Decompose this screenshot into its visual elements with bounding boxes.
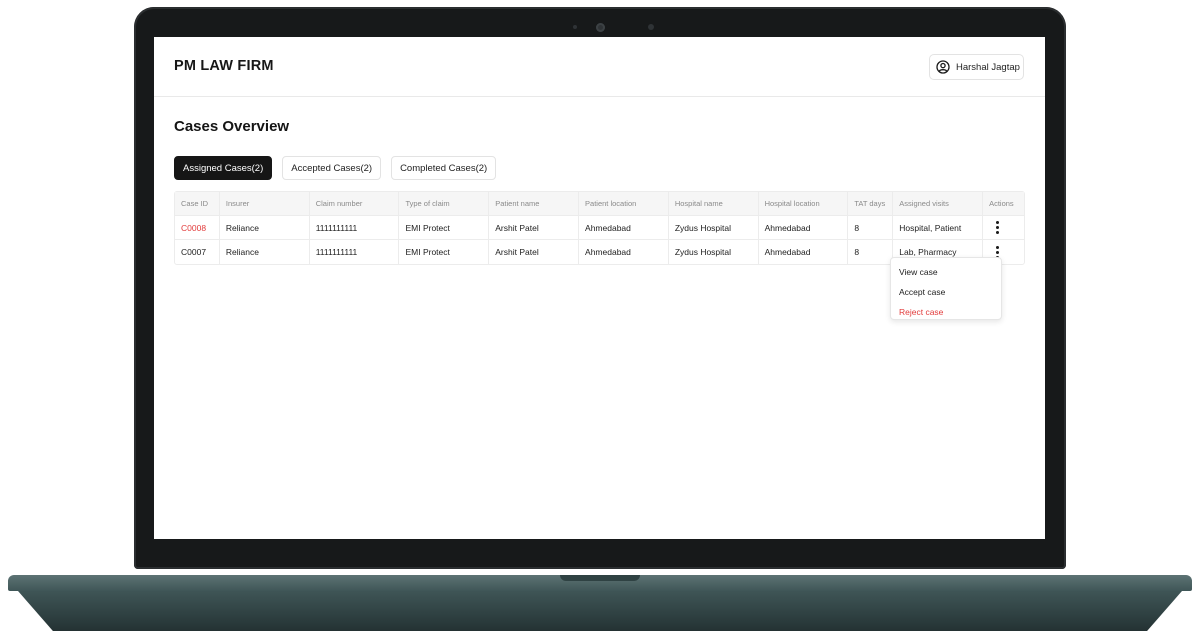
table-cell: 8 bbox=[848, 216, 894, 239]
table-row: C0008 Reliance 1111111111 EMI Protect Ar… bbox=[175, 216, 1024, 240]
column-header: Patient location bbox=[579, 192, 669, 215]
laptop-base bbox=[8, 575, 1192, 635]
table-cell: Arshit Patel bbox=[489, 216, 580, 239]
case-id-link[interactable]: C0007 bbox=[175, 240, 220, 264]
tab-completed-cases[interactable]: Completed Cases(2) bbox=[391, 156, 497, 180]
table-cell: Zydus Hospital bbox=[669, 240, 759, 264]
table-cell: EMI Protect bbox=[399, 240, 490, 264]
screen: PM LAW FIRM Harshal Jagtap Cases Overvie… bbox=[154, 37, 1045, 539]
table-cell: Hospital, Patient bbox=[893, 216, 984, 239]
column-header: Patient name bbox=[489, 192, 580, 215]
table-cell: Zydus Hospital bbox=[669, 216, 759, 239]
table-cell: Ahmedabad bbox=[579, 216, 669, 239]
laptop-base-bottom bbox=[18, 591, 1182, 631]
case-id-link[interactable]: C0008 bbox=[175, 216, 220, 239]
table-cell: Ahmedabad bbox=[759, 240, 849, 264]
laptop-hinge-notch bbox=[560, 575, 640, 581]
case-tabs: Assigned Cases(2) Accepted Cases(2) Comp… bbox=[174, 156, 497, 180]
menu-item-view-case[interactable]: View case bbox=[891, 262, 1001, 282]
app-header: PM LAW FIRM Harshal Jagtap bbox=[154, 37, 1045, 97]
cases-table: Case ID Insurer Claim number Type of cla… bbox=[174, 191, 1025, 265]
column-header: Insurer bbox=[220, 192, 310, 215]
actions-cell bbox=[983, 216, 1024, 239]
table-cell: Ahmedabad bbox=[759, 216, 849, 239]
table-header-row: Case ID Insurer Claim number Type of cla… bbox=[175, 192, 1024, 216]
tab-assigned-cases[interactable]: Assigned Cases(2) bbox=[174, 156, 273, 180]
table-cell: 1111111111 bbox=[310, 240, 400, 264]
brand-logo: PM LAW FIRM bbox=[174, 58, 274, 74]
column-header: TAT days bbox=[848, 192, 894, 215]
table-cell: Ahmedabad bbox=[579, 240, 669, 264]
column-header: Assigned visits bbox=[893, 192, 984, 215]
page-title: Cases Overview bbox=[174, 118, 290, 135]
menu-item-reject-case[interactable]: Reject case bbox=[891, 302, 1001, 322]
column-header: Hospital location bbox=[759, 192, 849, 215]
sensor-dot-left bbox=[573, 25, 577, 29]
tab-accepted-cases[interactable]: Accepted Cases(2) bbox=[282, 156, 382, 180]
webcam-icon bbox=[596, 23, 605, 32]
table-cell: EMI Protect bbox=[399, 216, 490, 239]
column-header: Hospital name bbox=[669, 192, 759, 215]
user-circle-icon bbox=[936, 60, 950, 74]
case-actions-menu: View case Accept case Reject case bbox=[890, 257, 1002, 320]
more-vertical-icon[interactable] bbox=[996, 221, 1000, 234]
table-cell: 1111111111 bbox=[310, 216, 400, 239]
user-menu-button[interactable]: Harshal Jagtap bbox=[929, 54, 1024, 80]
column-header: Type of claim bbox=[399, 192, 490, 215]
table-cell: Arshit Patel bbox=[489, 240, 580, 264]
table-cell: Reliance bbox=[220, 240, 310, 264]
table-cell: Reliance bbox=[220, 216, 310, 239]
column-header: Claim number bbox=[310, 192, 400, 215]
user-name: Harshal Jagtap bbox=[956, 61, 1020, 73]
table-cell: 8 bbox=[848, 240, 894, 264]
sensor-dot-right bbox=[648, 24, 654, 30]
column-header: Actions bbox=[989, 199, 1014, 208]
menu-item-accept-case[interactable]: Accept case bbox=[891, 282, 1001, 302]
column-header: Case ID bbox=[175, 192, 220, 215]
